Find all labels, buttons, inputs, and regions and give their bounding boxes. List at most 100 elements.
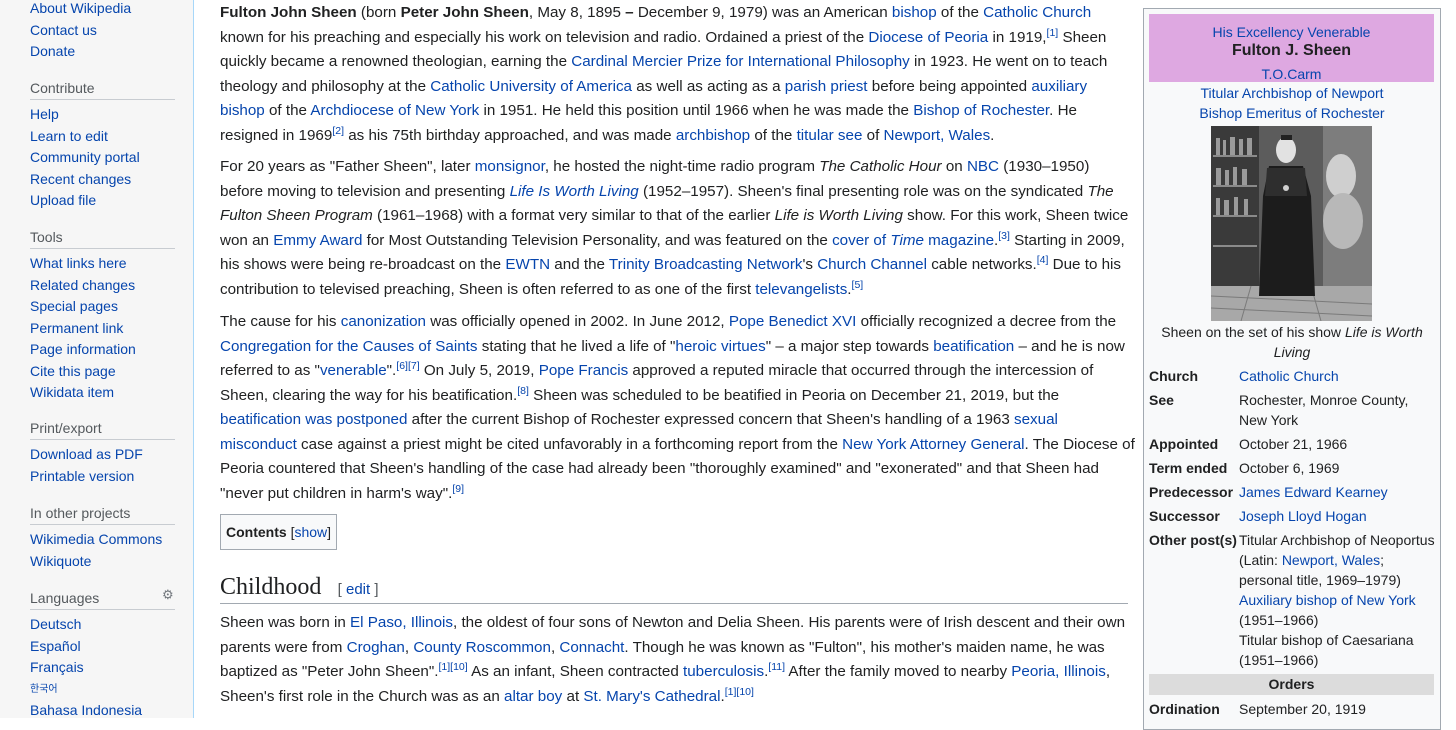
infobox-header: His Excellency Venerable Fulton J. Sheen… — [1149, 14, 1434, 82]
article-link[interactable]: Bishop of Rochester — [913, 102, 1049, 119]
text-run: stating that he lived a life of " — [477, 337, 676, 355]
article-link[interactable]: titular see — [797, 127, 863, 144]
sidebar-link-donate[interactable]: Donate — [30, 41, 131, 63]
article-link[interactable]: monsignor — [475, 158, 545, 175]
section-edit-bracket-open: [ — [337, 581, 342, 598]
other-post-line: personal title, 1969–1979) — [1239, 572, 1401, 588]
article-link[interactable]: Cardinal Mercier Prize for International… — [571, 53, 910, 70]
language-link-deutsch[interactable]: Deutsch — [30, 614, 142, 636]
citation-link[interactable]: [11] — [768, 661, 785, 673]
sidebar-languages: Languages — [30, 590, 99, 606]
article-link[interactable]: Time — [890, 232, 924, 249]
sidebar-link-contact[interactable]: Contact us — [30, 20, 131, 42]
infobox: His Excellency Venerable Fulton J. Sheen… — [1143, 8, 1441, 730]
language-link-korean[interactable]: 한국어 — [30, 679, 142, 701]
citation-link[interactable]: [8] — [517, 384, 529, 396]
article-link[interactable]: beatification was postponed — [220, 411, 407, 428]
language-link-bahasa-indonesia[interactable]: Bahasa Indonesia — [30, 700, 142, 722]
article-link[interactable]: Life Is Worth Living — [510, 183, 639, 200]
sidebar-link-related-changes[interactable]: Related changes — [30, 275, 136, 297]
article-link[interactable]: Pope Benedict XVI — [729, 313, 857, 330]
citation-link[interactable]: [1] — [1047, 26, 1059, 38]
infobox-honorific-link[interactable]: His Excellency Venerable — [1149, 22, 1434, 42]
sidebar-link-recent-changes[interactable]: Recent changes — [30, 169, 140, 191]
citation-link[interactable]: [1][10] — [725, 685, 754, 697]
article-link[interactable]: NBC — [967, 158, 999, 175]
article-link[interactable]: Congregation for the Causes of Saints — [220, 338, 478, 355]
language-link-francais[interactable]: Français — [30, 657, 142, 679]
article-link[interactable]: Newport, Wales — [884, 127, 991, 144]
article-link[interactable]: magazine — [924, 232, 994, 249]
sidebar-link-special-pages[interactable]: Special pages — [30, 296, 136, 318]
infobox-value-ordination: September 20, 1919 — [1239, 701, 1366, 717]
article-link[interactable]: Church Channel — [817, 256, 927, 273]
infobox-link-church[interactable]: Catholic Church — [1239, 366, 1437, 386]
citation-link[interactable]: [4] — [1037, 254, 1049, 266]
sidebar-link-page-information[interactable]: Page information — [30, 339, 136, 361]
article-link[interactable]: Archdiocese of New York — [310, 102, 479, 119]
article-link[interactable]: televangelists — [755, 281, 847, 298]
article-link[interactable]: Catholic University of America — [430, 78, 632, 95]
article-link[interactable]: Emmy Award — [273, 232, 362, 249]
article-link[interactable]: tuberculosis — [683, 663, 764, 680]
infobox-title-link-rochester[interactable]: Bishop Emeritus of Rochester — [1144, 103, 1440, 123]
article-link[interactable]: canonization — [341, 313, 426, 330]
sidebar-link-cite-this-page[interactable]: Cite this page — [30, 361, 136, 383]
article-link[interactable]: beatification — [933, 338, 1014, 355]
sidebar-heading-languages: Languages — [30, 590, 100, 606]
article-link[interactable]: Trinity Broadcasting Network — [609, 256, 803, 273]
text-run: after the current Bishop of Rochester ex… — [407, 411, 1015, 428]
citation-link[interactable]: [6][7] — [396, 360, 419, 372]
article-link[interactable]: County Roscommon — [413, 639, 551, 656]
sidebar-link-upload-file[interactable]: Upload file — [30, 190, 140, 212]
article-link[interactable]: Peoria, Illinois — [1011, 663, 1106, 680]
citation-link[interactable]: [5] — [852, 278, 864, 290]
article-link[interactable]: EWTN — [505, 256, 550, 273]
citation-link[interactable]: [3] — [998, 229, 1010, 241]
article-link[interactable]: Catholic Church — [983, 4, 1091, 21]
toc-toggle-link[interactable]: show — [294, 524, 327, 540]
sidebar-link-wikimedia-commons[interactable]: Wikimedia Commons — [30, 529, 162, 551]
article-link[interactable]: archbishop — [676, 127, 750, 144]
infobox-postnominal-link[interactable]: T.O.Carm — [1149, 64, 1434, 84]
infobox-photo[interactable] — [1211, 126, 1372, 321]
citation-link[interactable]: [1][10] — [439, 661, 468, 673]
sidebar-link-wikidata-item[interactable]: Wikidata item — [30, 382, 136, 404]
text-run: of the — [264, 102, 311, 119]
article-link[interactable]: St. Mary's Cathedral — [583, 688, 720, 705]
sidebar-link-about[interactable]: About Wikipedia — [30, 0, 131, 20]
infobox-title-link-newport[interactable]: Titular Archbishop of Newport — [1144, 83, 1440, 103]
sidebar-link-community-portal[interactable]: Community portal — [30, 147, 140, 169]
article-link[interactable]: Diocese of Peoria — [868, 29, 988, 46]
article-link[interactable]: venerable — [320, 362, 387, 379]
article-link[interactable]: cover of — [832, 232, 890, 249]
table-of-contents: Contents [show] — [220, 514, 338, 550]
sidebar-link-help[interactable]: Help — [30, 104, 140, 126]
article-link[interactable]: parish priest — [785, 78, 868, 95]
other-post-link-newport[interactable]: Newport, Wales — [1282, 552, 1380, 568]
article-link[interactable]: bishop — [892, 4, 937, 21]
infobox-value-see: Rochester, Monroe County, New York — [1239, 392, 1409, 428]
article-link[interactable]: Croghan — [347, 639, 405, 656]
gear-icon[interactable]: ⚙ — [162, 587, 174, 603]
sidebar-link-permanent-link[interactable]: Permanent link — [30, 318, 136, 340]
article-link[interactable]: El Paso, Illinois — [350, 614, 453, 631]
article-link[interactable]: heroic virtues — [675, 338, 765, 355]
sidebar-link-learn-to-edit[interactable]: Learn to edit — [30, 126, 140, 148]
section-edit-link[interactable]: edit — [346, 581, 370, 598]
language-link-espanol[interactable]: Español — [30, 636, 142, 658]
sidebar-link-download-pdf[interactable]: Download as PDF — [30, 444, 143, 466]
article-link[interactable]: altar boy — [504, 688, 562, 705]
infobox-link-predecessor[interactable]: James Edward Kearney — [1239, 482, 1437, 502]
citation-link[interactable]: [9] — [452, 482, 464, 494]
citation-link[interactable]: [2] — [332, 124, 344, 136]
sidebar-link-wikiquote[interactable]: Wikiquote — [30, 551, 162, 573]
lead-paragraph-3: The cause for his canonization was offic… — [220, 310, 1135, 506]
sidebar-link-what-links-here[interactable]: What links here — [30, 253, 136, 275]
article-link[interactable]: Pope Francis — [539, 362, 628, 379]
sidebar-link-printable-version[interactable]: Printable version — [30, 466, 143, 488]
article-link[interactable]: Connacht — [559, 639, 624, 656]
article-link[interactable]: New York Attorney General — [842, 436, 1024, 453]
other-post-link-auxiliary[interactable]: Auxiliary bishop of New York — [1239, 590, 1437, 610]
infobox-link-successor[interactable]: Joseph Lloyd Hogan — [1239, 506, 1437, 526]
